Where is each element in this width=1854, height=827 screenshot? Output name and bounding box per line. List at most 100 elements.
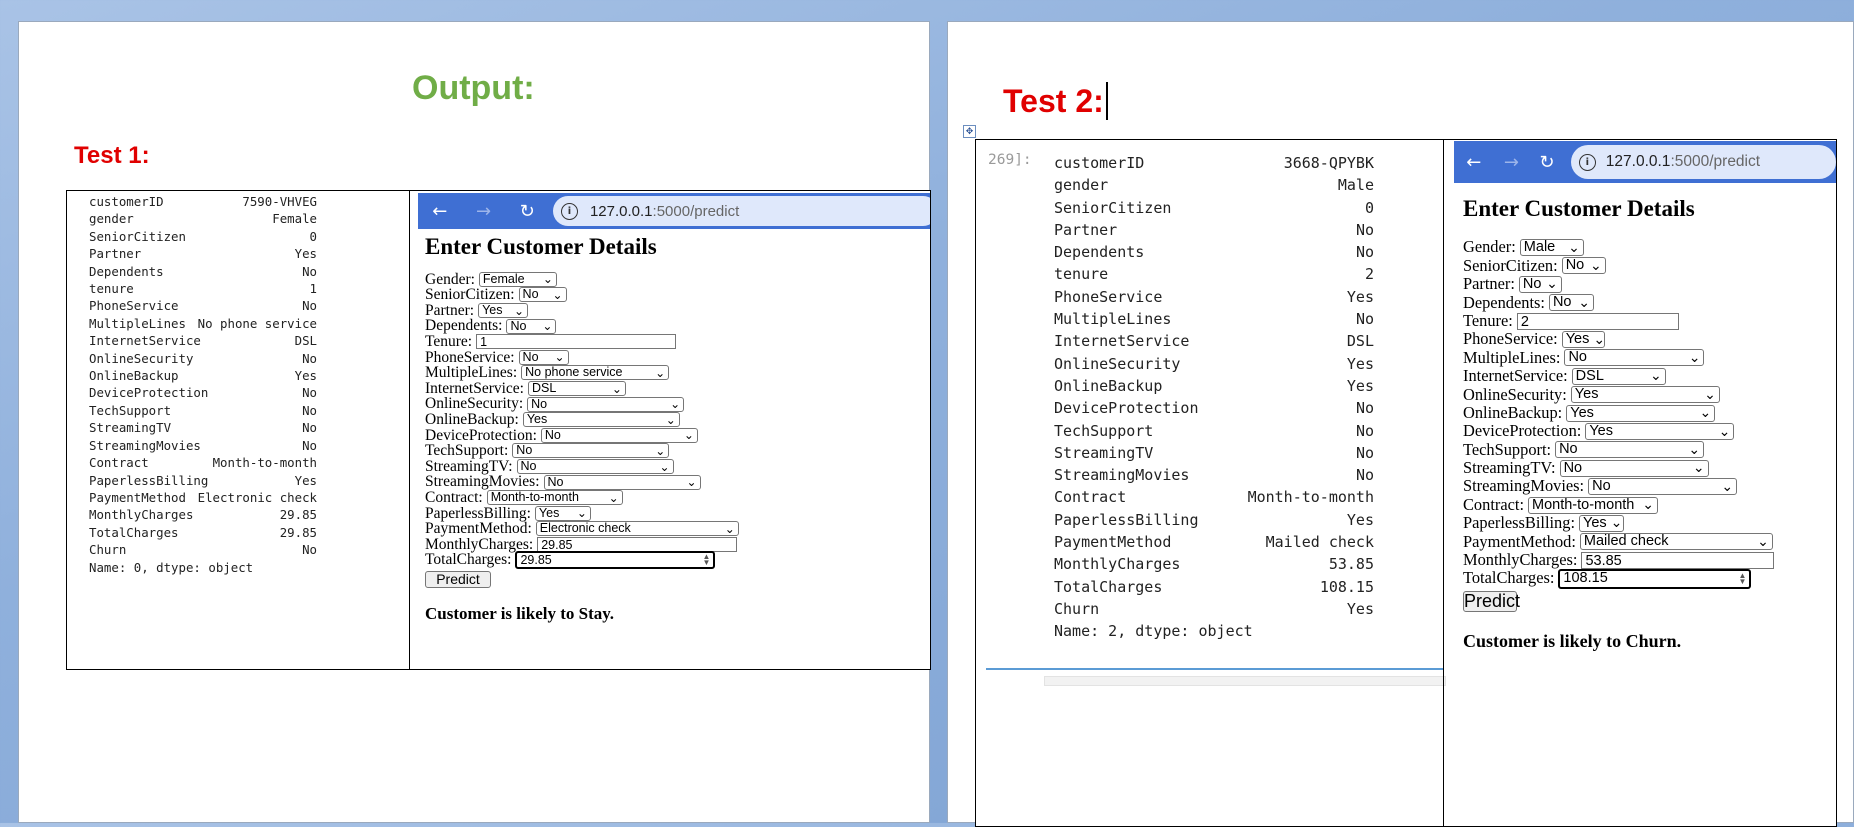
predict-button[interactable]: Predict [425, 570, 491, 588]
cell-scroll-strip[interactable] [1044, 676, 1446, 686]
series-value: Electronic check [197, 489, 317, 505]
total-input[interactable]: 29.85 ▲ ▼ [515, 551, 716, 570]
series-value: No [302, 542, 317, 558]
field-value-tech: No [1559, 441, 1578, 458]
prediction-result: Customer is likely to Stay. [425, 603, 615, 623]
field-value-gender: Male [1523, 239, 1556, 256]
form-row-contract: Contract: Month-to-month ⌄ [425, 490, 739, 506]
select-chevron-icon: ⌄ [1578, 294, 1590, 311]
series-key: Dependents [1054, 243, 1145, 262]
field-value-security: Yes [1574, 386, 1599, 403]
select-chevron-icon: ⌄ [542, 272, 553, 287]
field-value-tv: No [520, 459, 537, 474]
tech-select[interactable]: No ⌄ [1555, 441, 1705, 459]
series-value: Yes [1346, 354, 1374, 373]
field-value-multiple: No [1568, 349, 1587, 366]
reload-icon[interactable]: ↻ [1529, 152, 1565, 173]
contract-select[interactable]: Month-to-month ⌄ [486, 490, 623, 506]
field-label-backup: OnlineBackup: [1463, 402, 1563, 422]
series-value: No [302, 350, 317, 366]
monthly-input[interactable]: 29.85 [537, 536, 738, 552]
select-chevron-icon: ⌄ [514, 303, 525, 318]
backup-select[interactable]: Yes ⌄ [1566, 404, 1716, 422]
payment-select[interactable]: Electronic check ⌄ [535, 521, 739, 537]
device-select[interactable]: Yes ⌄ [1585, 423, 1735, 440]
monthly-input[interactable]: 53.85 [1581, 551, 1775, 569]
series-row: OnlineSecurity No [89, 350, 317, 367]
partner-select[interactable]: No ⌄ [1518, 275, 1562, 293]
series-row: StreamingTV No [89, 419, 317, 436]
series-key: MonthlyCharges [89, 507, 194, 523]
series-key: TotalCharges [89, 524, 179, 540]
movies-select[interactable]: No ⌄ [1588, 478, 1738, 496]
series-row: PhoneService Yes [1054, 286, 1374, 308]
forward-arrow-icon[interactable]: → [1494, 152, 1530, 173]
series-key: OnlineBackup [89, 368, 179, 384]
senior-select[interactable]: No ⌄ [1561, 257, 1606, 275]
tv-select[interactable]: No ⌄ [516, 459, 674, 475]
paperless-select[interactable]: Yes ⌄ [534, 505, 591, 521]
tenure-input[interactable]: 1 [476, 334, 677, 350]
select-chevron-icon: ⌄ [1721, 478, 1734, 495]
field-value-paperless: Yes [1583, 514, 1607, 531]
reload-icon[interactable]: ↻ [505, 201, 549, 222]
field-label-internet: InternetService: [425, 379, 524, 397]
number-spinner-icon[interactable]: ▲ ▼ [703, 553, 711, 567]
series-value: Yes [1346, 376, 1374, 395]
paperless-select[interactable]: Yes ⌄ [1579, 514, 1624, 532]
predict-button[interactable]: Predict [1463, 590, 1520, 612]
security-select[interactable]: Yes ⌄ [1570, 386, 1720, 404]
series-value: 108.15 [1319, 577, 1374, 596]
senior-select[interactable]: No ⌄ [518, 287, 567, 303]
forward-arrow-icon[interactable]: → [462, 201, 506, 222]
info-icon[interactable]: i [1578, 153, 1596, 171]
series-footer: Name: 2, dtype: object [1054, 622, 1253, 641]
series-key: tenure [1054, 265, 1109, 284]
field-value-contract: Month-to-month [490, 490, 579, 505]
series-value: Yes [294, 472, 317, 488]
dependents-select[interactable]: No ⌄ [1548, 294, 1594, 312]
field-label-paperless: PaperlessBilling: [1463, 513, 1575, 533]
series-value: Yes [1346, 287, 1374, 306]
tech-select[interactable]: No ⌄ [512, 443, 670, 459]
device-select[interactable]: No ⌄ [540, 427, 698, 443]
back-arrow-icon[interactable]: ← [418, 201, 462, 222]
address-bar[interactable]: i 127.0.0.1:5000/predict [1570, 145, 1836, 179]
back-arrow-icon[interactable]: ← [1454, 152, 1494, 173]
gender-select[interactable]: Male ⌄ [1519, 239, 1584, 257]
series-row: MonthlyCharges 53.85 [1054, 553, 1374, 575]
dependents-select[interactable]: No ⌄ [506, 318, 557, 334]
internet-select[interactable]: DSL ⌄ [527, 381, 626, 397]
field-label-device: DeviceProtection: [425, 426, 537, 444]
field-value-tech: No [516, 443, 533, 458]
total-input[interactable]: 108.15 ▲ ▼ [1558, 568, 1752, 589]
series-value: Mailed check [1265, 533, 1374, 552]
series-value: No [302, 402, 317, 418]
gender-select[interactable]: Female ⌄ [478, 271, 557, 287]
multiple-select[interactable]: No phone service ⌄ [521, 365, 670, 381]
series-row: MonthlyCharges 29.85 [89, 506, 317, 523]
multiple-select[interactable]: No ⌄ [1564, 349, 1705, 367]
form-row-multiple: MultipleLines: No ⌄ [1463, 348, 1774, 367]
series-key: gender [1054, 176, 1109, 195]
tv-select[interactable]: No ⌄ [1559, 459, 1709, 477]
partner-select[interactable]: Yes ⌄ [478, 303, 529, 319]
address-bar[interactable]: i 127.0.0.1:5000/predict [552, 196, 930, 226]
table-move-handle-icon[interactable]: ✥ [963, 125, 976, 138]
prediction-result: Customer is likely to Churn. [1463, 630, 1682, 651]
series-value: Female [272, 211, 317, 227]
tenure-input[interactable]: 2 [1516, 312, 1679, 330]
payment-select[interactable]: Mailed check ⌄ [1579, 533, 1773, 551]
contract-select[interactable]: Month-to-month ⌄ [1528, 496, 1658, 514]
movies-select[interactable]: No ⌄ [543, 474, 701, 490]
field-value-movies: No [547, 474, 564, 489]
phone-select[interactable]: No ⌄ [518, 349, 569, 365]
number-spinner-icon[interactable]: ▲ ▼ [1739, 571, 1747, 585]
internet-select[interactable]: DSL ⌄ [1571, 367, 1666, 385]
field-value-monthly: 53.85 [1585, 552, 1622, 569]
phone-select[interactable]: Yes ⌄ [1561, 331, 1605, 349]
backup-select[interactable]: Yes ⌄ [522, 412, 680, 428]
form-row-gender: Gender: Female ⌄ [425, 271, 739, 288]
info-icon[interactable]: i [560, 202, 578, 220]
security-select[interactable]: No ⌄ [527, 396, 685, 412]
